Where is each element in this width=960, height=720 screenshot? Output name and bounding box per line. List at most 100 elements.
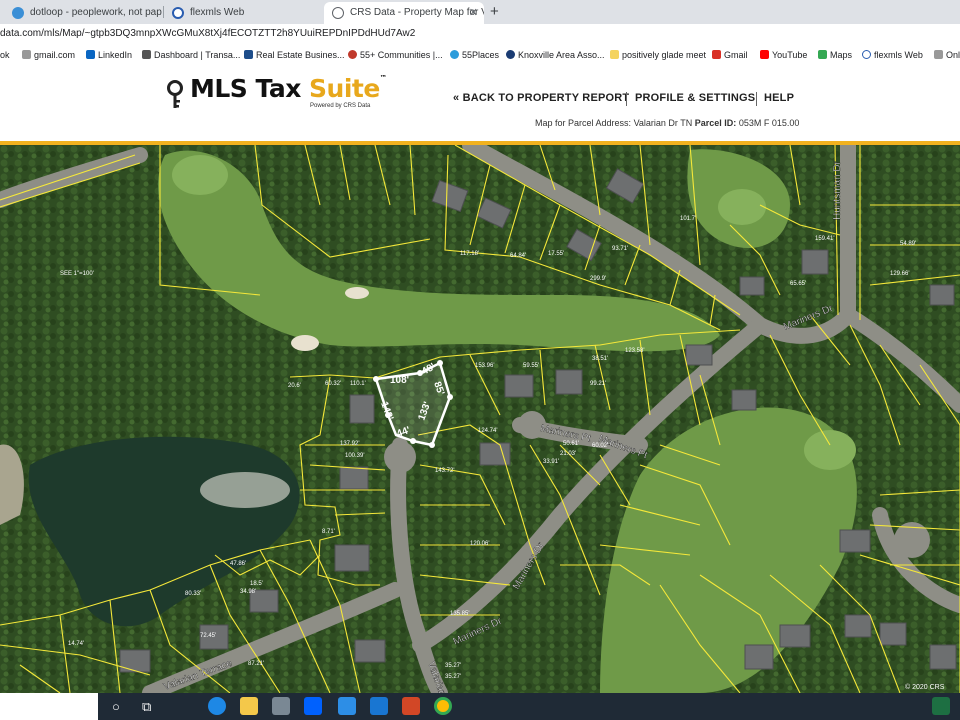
dotloop-favicon-icon	[12, 7, 24, 19]
cloud-icon	[450, 50, 459, 59]
help-link[interactable]: HELP	[764, 92, 794, 104]
tab-dotloop[interactable]: dotloop - peoplework, not paperwork	[4, 2, 162, 24]
bookmark-glade-meet[interactable]: positively glade meet	[610, 44, 706, 66]
golf-green	[804, 430, 856, 470]
house	[334, 544, 370, 572]
sand-bunker	[345, 287, 369, 299]
lot-dim: 159.41'	[815, 236, 835, 242]
lot-dim: 21.03'	[560, 451, 576, 457]
tab-flexmls[interactable]: flexmls Web	[164, 2, 322, 24]
lot-dim: 124.74'	[478, 428, 498, 434]
browser-tab-bar: dotloop - peoplework, not paperwork flex…	[0, 0, 960, 24]
vertex	[437, 360, 443, 366]
sand-bunker	[291, 335, 319, 351]
vertex	[410, 438, 416, 444]
house	[339, 466, 369, 490]
powerpoint-icon[interactable]	[402, 697, 420, 715]
bookmark-gmail-com[interactable]: gmail.com	[22, 44, 75, 66]
bookmark-linkedin[interactable]: LinkedIn	[86, 44, 132, 66]
profile-settings-link[interactable]: PROFILE & SETTINGS	[635, 92, 755, 104]
lot-dim: 137.92'	[340, 441, 360, 447]
bookmarks-bar: ok gmail.com LinkedIn Dashboard | Transa…	[0, 44, 960, 67]
address-bar[interactable]: data.com/mls/Map/~gtpb3DQ3mnpXWcGMuX8tXj…	[0, 24, 960, 44]
golf-green	[718, 189, 766, 225]
lot-dim: 50.61'	[563, 441, 579, 447]
edge-icon[interactable]	[208, 697, 226, 715]
bookmark-55-communities[interactable]: 55+ Communities |...	[348, 44, 443, 66]
lot-dim: 47.86'	[230, 561, 246, 567]
folder-icon	[610, 50, 619, 59]
task-view-icon[interactable]: ⧉	[142, 693, 151, 720]
bookmark-real-estate[interactable]: Real Estate Busines...	[244, 44, 345, 66]
lot-dim: 110.1'	[350, 381, 366, 387]
gmail-icon	[712, 50, 721, 59]
vertex	[373, 376, 379, 382]
lot-dim: 18.5'	[250, 581, 263, 587]
tab-title: flexmls Web	[190, 7, 245, 18]
lot-dim: 34.98'	[240, 589, 256, 595]
golf-green	[172, 155, 228, 195]
chrome-icon[interactable]	[434, 697, 452, 715]
lot-dim: 101.7'	[680, 216, 696, 222]
tab-title: CRS Data - Property Map for Valarian Dr	[350, 7, 484, 18]
file-explorer-icon[interactable]	[240, 697, 258, 715]
linkedin-icon	[86, 50, 95, 59]
bookmark-dashboard[interactable]: Dashboard | Transa...	[142, 44, 240, 66]
pin-icon	[348, 50, 357, 59]
lot-dim: 65.65'	[790, 281, 806, 287]
house	[504, 374, 534, 398]
house	[801, 249, 829, 275]
street-label: Huntsman Dr	[832, 160, 843, 220]
bookmark-flexmls[interactable]: flexmls Web	[862, 44, 923, 66]
dropbox-icon[interactable]	[304, 697, 322, 715]
bookmark-youtube[interactable]: YouTube	[760, 44, 807, 66]
taskbar-search-area[interactable]	[0, 693, 98, 720]
lot-dim: 135.85'	[450, 611, 470, 617]
vertex	[429, 442, 435, 448]
key-logo-icon	[167, 80, 183, 108]
lot-dim: 59.55'	[523, 363, 539, 369]
lot-dim: 117.18'	[460, 251, 479, 257]
parcel-map[interactable]: 108' 48' 85' 143' 133' 44' Mariners Dr M…	[0, 145, 960, 693]
back-to-property-report-link[interactable]: « BACK TO PROPERTY REPORT	[453, 92, 629, 104]
house	[929, 284, 955, 306]
lot-dim: 120.06'	[470, 541, 490, 547]
scale-note: SEE 1"=100'	[60, 271, 94, 277]
excel-icon[interactable]	[932, 697, 950, 715]
lot-dim: 100.39'	[345, 453, 365, 459]
youtube-icon	[760, 50, 769, 59]
search-icon[interactable]: ○	[112, 693, 120, 720]
house	[839, 529, 871, 553]
house	[119, 649, 151, 673]
bookmark-55places[interactable]: 55Places	[450, 44, 499, 66]
tab-crs-data[interactable]: CRS Data - Property Map for Valarian Dr …	[324, 2, 484, 24]
bookmark-maps[interactable]: Maps	[818, 44, 852, 66]
new-tab-button[interactable]: +	[490, 2, 499, 22]
bookmark-gmail[interactable]: Gmail	[712, 44, 748, 66]
bookmark-knoxville[interactable]: Knoxville Area Asso...	[506, 44, 605, 66]
house	[744, 644, 774, 670]
lot-dim: 153.96'	[475, 363, 495, 369]
globe-icon	[934, 50, 943, 59]
lot-dim: 87.21'	[248, 661, 264, 667]
tab-close-icon[interactable]: ✕	[469, 2, 478, 24]
map-canvas[interactable]: 108' 48' 85' 143' 133' 44' Mariners Dr M…	[0, 145, 960, 693]
vscode-icon[interactable]	[338, 697, 356, 715]
lot-dim: 20.6'	[288, 383, 301, 389]
lot-dim: 143.72'	[435, 468, 455, 474]
maps-icon	[818, 50, 827, 59]
store-icon[interactable]	[272, 697, 290, 715]
lot-dim: 60.02'	[592, 443, 608, 449]
windows-taskbar: ○ ⧉	[0, 693, 960, 720]
mail-icon[interactable]	[370, 697, 388, 715]
lot-dim: 72.45'	[200, 633, 216, 639]
flexmls-icon	[862, 50, 871, 59]
house	[779, 624, 811, 648]
bookmark-onl[interactable]: Onl	[934, 44, 960, 66]
bookmark-item[interactable]: ok	[0, 44, 10, 66]
logo-subtitle: Powered by CRS Data	[310, 103, 371, 109]
lot-dim: 64.84'	[510, 253, 526, 259]
house	[739, 276, 765, 296]
lot-dim: 35.27'	[445, 674, 461, 680]
globe-icon	[22, 50, 31, 59]
